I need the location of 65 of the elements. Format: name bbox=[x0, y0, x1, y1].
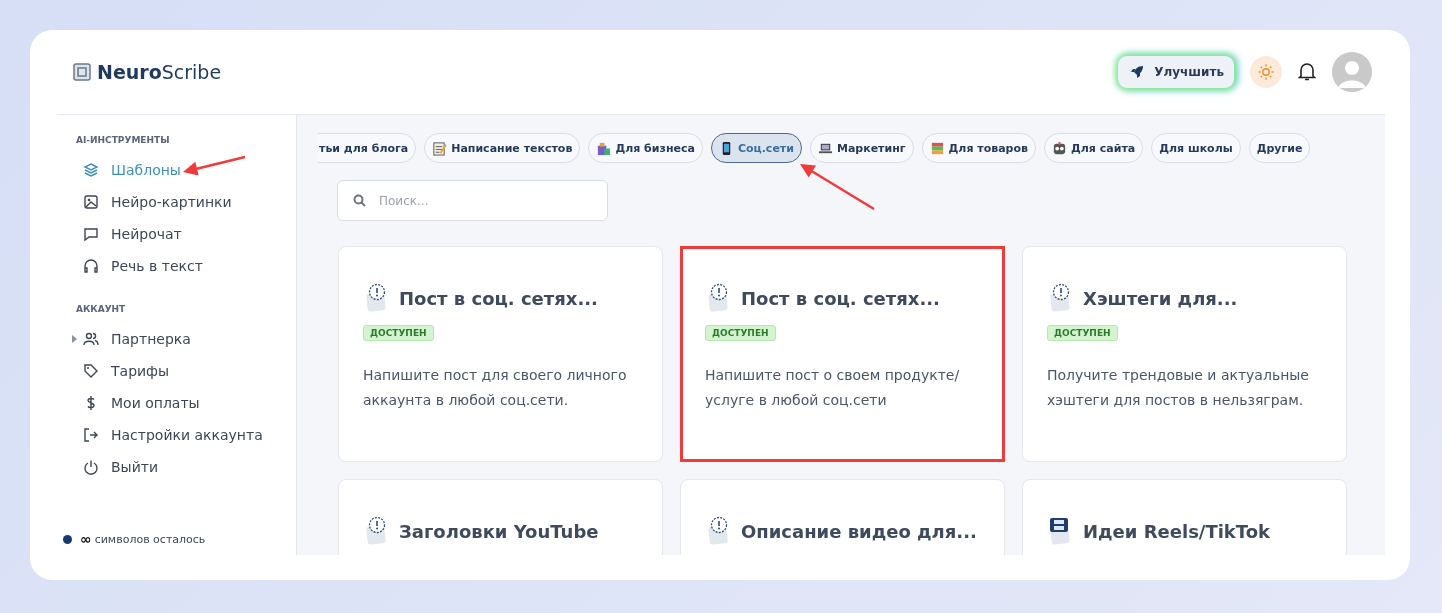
search-icon bbox=[353, 194, 366, 207]
notifications-button[interactable] bbox=[1298, 62, 1316, 82]
template-card[interactable]: Хэштеги для... ДОСТУПЕН Получите трендовые и актуальные хэштеги для постов в нельзяграм. bbox=[1022, 246, 1347, 462]
category-chip[interactable]: тьи для блога bbox=[318, 133, 417, 163]
category-chip[interactable]: Написание текстов bbox=[424, 133, 581, 163]
template-card[interactable]: Пост в соц. сетях... ДОСТУПЕН Напишите пост о своем продукте/ услуге в любой соц.сети bbox=[680, 246, 1005, 462]
tag-icon bbox=[83, 363, 99, 379]
template-card[interactable]: Идеи Reels/TikTok bbox=[1022, 479, 1347, 555]
card-description: Напишите пост о своем продукте/ услуге в любой соц.сети bbox=[705, 366, 961, 410]
sidebar-item[interactable]: Тарифы bbox=[75, 355, 176, 387]
sidebar-item[interactable]: Речь в текст bbox=[75, 250, 209, 282]
sidebar-item[interactable]: Настройки аккаунта bbox=[75, 419, 269, 451]
category-chip[interactable]: Для бизнеса bbox=[588, 133, 703, 163]
exit-icon bbox=[83, 427, 99, 443]
bell-icon bbox=[1298, 62, 1316, 82]
card-title: Описание видео для... bbox=[741, 520, 977, 542]
category-chip[interactable]: Соц.сети bbox=[710, 133, 802, 163]
category-chip[interactable]: Другие bbox=[1248, 133, 1311, 163]
notepad-icon bbox=[432, 140, 448, 156]
status-label: ДОСТУПЕН bbox=[705, 325, 776, 341]
card-title: Пост в соц. сетях... bbox=[741, 287, 940, 309]
card-title: Пост в соц. сетях... bbox=[399, 287, 598, 309]
symbol-count: ∞ bbox=[80, 531, 92, 547]
rocket-icon bbox=[1130, 65, 1145, 79]
status-dot bbox=[63, 534, 72, 544]
robot-icon bbox=[1052, 140, 1067, 156]
books-icon bbox=[929, 140, 945, 156]
sidebar-item[interactable]: Нейро-картинки bbox=[75, 186, 238, 218]
search-field[interactable]: Поиск... bbox=[337, 180, 608, 221]
status-label: ДОСТУПЕН bbox=[1047, 325, 1118, 341]
template-card[interactable]: Пост в соц. сетях... ДОСТУПЕН Напишите пост для своего личного аккаунта в любой соц.сети. bbox=[338, 246, 663, 462]
office-building-icon bbox=[596, 140, 612, 156]
annotation-arrow bbox=[183, 155, 246, 176]
category-chip[interactable]: Для товаров bbox=[921, 133, 1036, 163]
status-label: ДОСТУПЕН bbox=[363, 325, 434, 341]
avatar[interactable] bbox=[1332, 52, 1372, 92]
card-description: Получите трендовые и актуальные хэштеги для постов в нельзяграм. bbox=[1047, 366, 1310, 410]
theme-toggle-button[interactable] bbox=[1250, 56, 1282, 88]
category-chip[interactable]: Маркетинг bbox=[809, 133, 914, 163]
sidebar-item[interactable]: Мои оплаты bbox=[75, 387, 206, 419]
template-card[interactable]: Заголовки YouTube bbox=[338, 479, 663, 555]
card-description: Напишите пост для своего личного аккаунта в любой соц.сети. bbox=[363, 366, 628, 410]
layers-icon bbox=[83, 162, 99, 178]
upgrade-button[interactable]: Улучшить bbox=[1118, 56, 1234, 88]
card-title: Идеи Reels/TikTok bbox=[1083, 520, 1271, 542]
card-title: Хэштеги для... bbox=[1083, 287, 1238, 309]
sun-icon bbox=[1258, 64, 1274, 80]
category-chip[interactable]: Для сайта bbox=[1044, 133, 1144, 163]
template-card[interactable]: Описание видео для... bbox=[680, 479, 1005, 555]
logo-text[interactable]: NeuroScribe bbox=[97, 61, 222, 83]
headphones-icon bbox=[83, 258, 99, 274]
people-icon bbox=[83, 331, 99, 347]
category-chip[interactable]: Для школы bbox=[1151, 133, 1241, 163]
section-heading: AI-ИНСТРУМЕНТЫ bbox=[76, 135, 171, 145]
chat-bubble-icon bbox=[83, 226, 99, 242]
sidebar-item[interactable]: Шаблоны bbox=[75, 154, 187, 186]
sidebar-item[interactable]: Партнерка bbox=[75, 323, 197, 355]
section-heading: АККАУНТ bbox=[76, 304, 127, 314]
symbols-left-label: символов осталось bbox=[94, 532, 206, 546]
power-icon bbox=[83, 459, 99, 475]
logo-icon bbox=[73, 63, 91, 81]
sidebar-item[interactable]: Нейрочат bbox=[75, 218, 188, 250]
image-icon bbox=[83, 194, 99, 210]
sidebar-item[interactable]: Выйти bbox=[75, 451, 164, 483]
card-title: Заголовки YouTube bbox=[399, 520, 599, 542]
